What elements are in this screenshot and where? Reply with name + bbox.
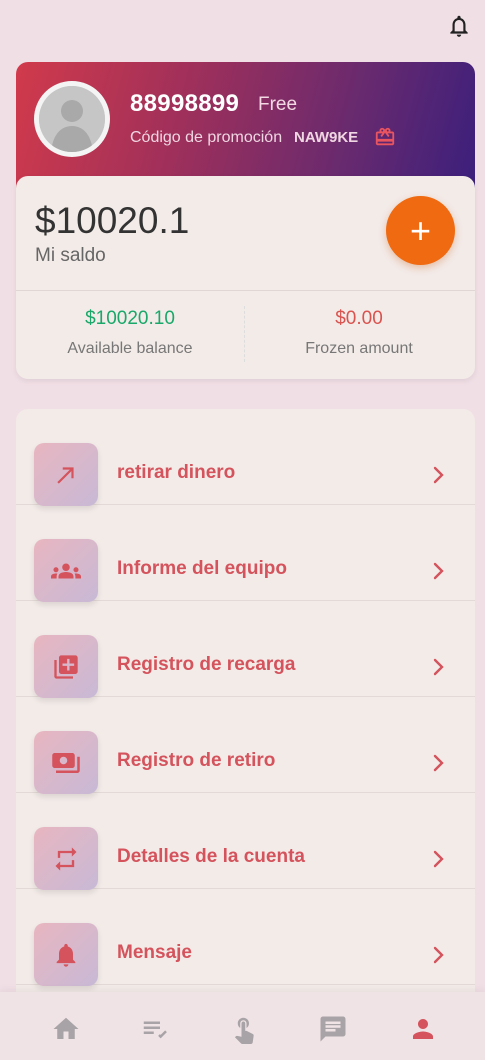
notification-bell-icon[interactable] (446, 12, 472, 40)
frozen-amount-value: $0.00 (335, 308, 383, 329)
payments-icon (34, 731, 98, 794)
frozen-amount-stat: $0.00 Frozen amount (245, 308, 473, 358)
chevron-right-icon (433, 658, 444, 676)
home-icon[interactable] (51, 1014, 81, 1044)
menu-item-label: Registro de recarga (117, 654, 296, 675)
chevron-right-icon (433, 562, 444, 580)
menu-item-withdraw[interactable]: retirar dinero (16, 409, 475, 506)
group-icon (34, 539, 98, 602)
recharge-button[interactable]: + (386, 196, 455, 265)
plus-icon: + (409, 209, 432, 251)
menu-item-message[interactable]: Mensaje (16, 889, 475, 986)
available-balance-label: Available balance (67, 340, 193, 357)
menu-item-account-details[interactable]: Detalles de la cuenta (16, 793, 475, 890)
balance-label: Mi saldo (35, 245, 106, 266)
menu-item-withdraw-record[interactable]: Registro de retiro (16, 697, 475, 794)
available-balance-stat: $10020.10 Available balance (16, 308, 244, 358)
user-id: 88998899 (130, 90, 240, 117)
bell-icon (34, 923, 98, 986)
chevron-right-icon (433, 850, 444, 868)
tap-icon[interactable] (229, 1014, 259, 1044)
menu-item-team-report[interactable]: Informe del equipo (16, 505, 475, 602)
membership-level: Free (258, 94, 298, 115)
chat-icon[interactable] (318, 1014, 348, 1044)
chevron-right-icon (433, 946, 444, 964)
bottom-navigation (0, 992, 485, 1060)
menu-item-label: retirar dinero (117, 462, 236, 483)
chevron-right-icon (433, 754, 444, 772)
balance-amount: $10020.1 (35, 200, 190, 241)
balance-card: $10020.1 Mi saldo + $10020.10 Available … (16, 176, 475, 379)
menu-item-recharge-record[interactable]: Registro de recarga (16, 601, 475, 698)
task-list-icon[interactable] (140, 1014, 170, 1044)
promo-code-value[interactable]: NAW9KE (294, 129, 358, 146)
avatar[interactable] (34, 81, 110, 157)
arrow-up-right-icon (34, 443, 98, 506)
swap-icon (34, 827, 98, 890)
menu-item-label: Detalles de la cuenta (117, 846, 305, 867)
profile-icon[interactable] (408, 1014, 438, 1044)
library-add-icon (34, 635, 98, 698)
promo-code-label: Código de promoción (130, 129, 283, 146)
frozen-amount-label: Frozen amount (305, 340, 413, 357)
chevron-right-icon (433, 466, 444, 484)
gift-icon[interactable] (374, 126, 396, 148)
avatar-placeholder-icon (39, 86, 105, 152)
divider (16, 290, 475, 291)
menu-list: retirar dinero Informe del equipo Regist… (16, 409, 475, 1009)
menu-item-label: Registro de retiro (117, 750, 276, 771)
menu-item-label: Informe del equipo (117, 558, 287, 579)
menu-item-label: Mensaje (117, 942, 192, 963)
available-balance-value: $10020.10 (85, 308, 175, 329)
